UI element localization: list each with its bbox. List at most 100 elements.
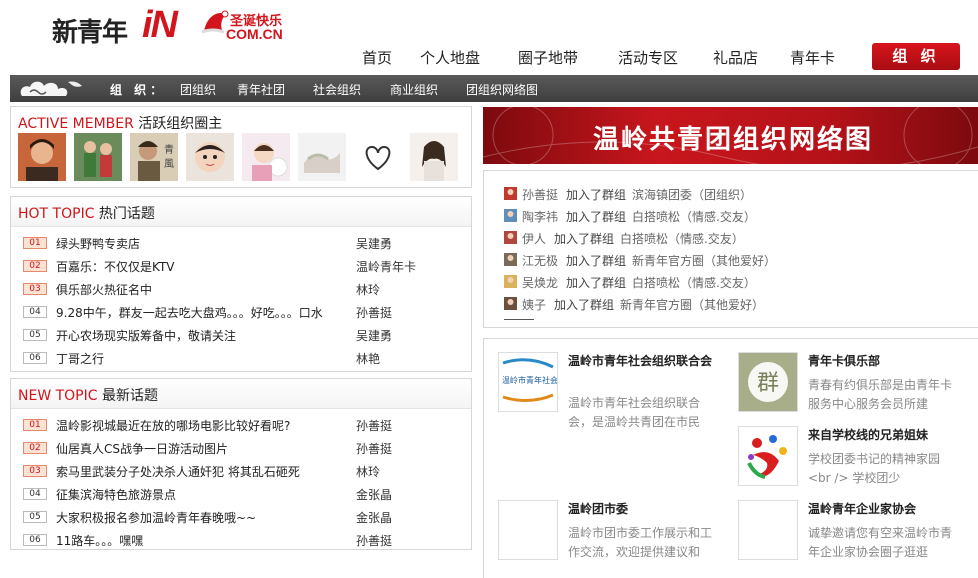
topic-author[interactable]: 金张晶	[356, 509, 392, 526]
topic-link[interactable]: 百嘉乐：不仅仅是KTV	[56, 258, 356, 275]
topic-link[interactable]: 索马里武装分子处决杀人通奸犯 将其乱石砸死	[56, 463, 356, 480]
feed-user[interactable]: 吴焕龙	[522, 274, 558, 291]
topic-link[interactable]: 大家积极报名参加温岭青年春晚哦~~	[56, 509, 356, 526]
feed-user[interactable]: 姨子	[522, 296, 546, 313]
rank-badge: 03	[23, 465, 47, 477]
hot-topic-title-zh: 热门话题	[98, 206, 155, 222]
avatar[interactable]	[186, 133, 234, 181]
active-member-title-zh: 活跃组织圈主	[138, 116, 223, 132]
feed-user[interactable]: 孙善挺	[522, 186, 558, 203]
topic-link[interactable]: 丁哥之行	[56, 350, 356, 367]
sub-nav-youth-club[interactable]: 青年社团	[237, 81, 285, 98]
org-name[interactable]: 温岭市青年社会组织联合会	[568, 352, 718, 370]
school-league-logo-icon	[739, 427, 797, 485]
feed-group[interactable]: 新青年官方圈（其他爱好）	[620, 296, 764, 313]
nav-item-personal[interactable]: 个人地盘	[420, 47, 480, 68]
topic-author[interactable]: 温岭青年卡	[356, 258, 416, 275]
feed-group[interactable]: 滨海镇团委（团组织）	[632, 186, 752, 203]
feed-group[interactable]: 新青年官方圈（其他爱好）	[632, 252, 776, 269]
feed-action: 加入了群组	[554, 298, 615, 312]
rank-badge: 01	[23, 419, 47, 431]
sub-nav-label: 组 织：	[110, 83, 167, 97]
feed-group[interactable]: 白搭喷松（情感.交友）	[620, 230, 744, 247]
topic-link[interactable]: 仙居真人CS战争一日游活动图片	[56, 440, 356, 457]
site-logo[interactable]: 新青年 iN 圣诞快乐 COM.CN	[52, 4, 302, 48]
list-item: 02 百嘉乐：不仅仅是KTV 温岭青年卡	[11, 254, 471, 277]
avatar[interactable]: 青風	[130, 133, 178, 181]
sub-nav: 组 织： 团组织 青年社团 社会组织 商业组织 团组织网络图	[10, 75, 978, 102]
org-desc: 温岭市青年社会组织联合会，是温岭共青团在市民	[568, 396, 701, 429]
list-item: 03 索马里武装分子处决杀人通奸犯 将其乱石砸死 林玲	[11, 459, 471, 482]
nav-item-circles[interactable]: 圈子地带	[518, 47, 578, 68]
org-card: 温岭市青年社会组织联合会 温岭市青年社会组织联合会 温岭市青年社会组织联合会，是…	[498, 352, 728, 429]
user-avatar-icon	[504, 209, 517, 222]
feed-user[interactable]: 伊人	[522, 230, 546, 247]
feed-user[interactable]: 陶李祎	[522, 208, 558, 225]
avatar[interactable]	[18, 133, 66, 181]
topic-author[interactable]: 林艳	[356, 350, 380, 367]
topic-author[interactable]: 孙善挺	[356, 417, 392, 434]
topic-link[interactable]: 俱乐部火热征名中	[56, 281, 356, 298]
activity-feed: 孙善挺 加入了群组 滨海镇团委（团组织） 陶李祎 加入了群组 白搭喷松（情感.交…	[483, 170, 978, 328]
avatar[interactable]	[74, 133, 122, 181]
list-item: 04 征集滨海特色旅游景点 金张晶	[11, 482, 471, 505]
org-logo[interactable]: 温岭市青年社会组织联合会	[498, 352, 558, 412]
avatar[interactable]	[410, 133, 458, 181]
topic-author[interactable]: 吴建勇	[356, 327, 392, 344]
logo-domain-text: COM.CN	[226, 26, 283, 42]
sub-nav-business-org[interactable]: 商业组织	[390, 81, 438, 98]
hot-topic-header: HOT TOPIC 热门话题	[11, 197, 471, 227]
feed-user[interactable]: 江无极	[522, 252, 558, 269]
feed-group[interactable]: 白搭喷松（情感.交友）	[632, 274, 756, 291]
nav-item-youth-card[interactable]: 青年卡	[790, 47, 835, 68]
org-logo[interactable]: 群	[738, 352, 798, 412]
org-name[interactable]: 温岭团市委	[568, 500, 718, 518]
hot-topic-panel: HOT TOPIC 热门话题 01 绿头野鸭专卖店 吴建勇 02 百嘉乐：不仅仅是KT…	[10, 196, 472, 372]
sub-nav-social-org[interactable]: 社会组织	[313, 81, 361, 98]
avatar[interactable]	[354, 133, 402, 181]
topic-author[interactable]: 孙善挺	[356, 532, 392, 549]
org-name[interactable]: 温岭青年企业家协会	[808, 500, 958, 518]
org-logo[interactable]	[738, 500, 798, 560]
org-name[interactable]: 来自学校线的兄弟姐妹	[808, 426, 958, 444]
nav-org-button[interactable]: 组 织	[872, 43, 960, 70]
topic-author[interactable]: 孙善挺	[356, 304, 392, 321]
org-logo[interactable]	[498, 500, 558, 560]
topic-link[interactable]: 绿头野鸭专卖店	[56, 235, 356, 252]
avatar[interactable]	[298, 133, 346, 181]
sub-nav-org-network[interactable]: 团组织网络图	[466, 81, 538, 98]
topic-link[interactable]: 征集滨海特色旅游景点	[56, 486, 356, 503]
feed-action: 加入了群组	[566, 210, 627, 224]
list-item: 02 仙居真人CS战争一日游活动图片 孙善挺	[11, 436, 471, 459]
hot-topic-title-en: HOT TOPIC	[18, 206, 95, 222]
topic-author[interactable]: 林玲	[356, 463, 380, 480]
nav-item-home[interactable]: 首页	[362, 47, 392, 68]
org-logo[interactable]	[738, 426, 798, 486]
nav-item-gift-shop[interactable]: 礼品店	[713, 47, 758, 68]
rank-badge: 02	[23, 442, 47, 454]
topic-link[interactable]: 11路车。。。嘿嘿	[56, 532, 356, 549]
topic-link[interactable]: 9.28中午，群友一起去吃大盘鸡。。。好吃。。。口水	[56, 304, 356, 321]
list-item: 06 丁哥之行 林艳	[11, 346, 471, 369]
topic-author[interactable]: 林玲	[356, 281, 380, 298]
org-network-banner[interactable]: 温岭共青团组织网络图	[483, 107, 978, 164]
logo-in-text: iN	[142, 4, 178, 46]
rank-badge: 03	[23, 283, 47, 295]
feed-group[interactable]: 白搭喷松（情感.交友）	[632, 208, 756, 225]
topic-author[interactable]: 吴建勇	[356, 235, 392, 252]
org-desc: 诚挚邀请您有空来温岭市青年企业家协会圈子逛逛	[808, 526, 953, 559]
topic-link[interactable]: 温岭影视城最近在放的哪场电影比较好看呢?	[56, 417, 356, 434]
org-card: 温岭团市委 温岭市团市委工作展示和工作交流，欢迎提供建议和	[498, 500, 728, 570]
hot-topic-list: 01 绿头野鸭专卖店 吴建勇 02 百嘉乐：不仅仅是KTV 温岭青年卡 03 俱乐部火热征…	[11, 227, 471, 369]
topic-link[interactable]: 开心农场现实版筹备中，敬请关注	[56, 327, 356, 344]
topic-author[interactable]: 孙善挺	[356, 440, 392, 457]
org-name[interactable]: 青年卡俱乐部	[808, 352, 958, 370]
org-desc: 学校团委书记的精神家园 <br /> 学校团少	[808, 452, 941, 485]
banner-title: 温岭共青团组织网络图	[593, 125, 874, 155]
list-item: 05 大家积极报名参加温岭青年春晚哦~~ 金张晶	[11, 505, 471, 528]
org-card: 温岭青年企业家协会 诚挚邀请您有空来温岭市青年企业家协会圈子逛逛	[738, 500, 968, 570]
nav-item-events[interactable]: 活动专区	[618, 47, 678, 68]
topic-author[interactable]: 金张晶	[356, 486, 392, 503]
avatar[interactable]	[242, 133, 290, 181]
sub-nav-league-org[interactable]: 团组织	[180, 81, 216, 98]
